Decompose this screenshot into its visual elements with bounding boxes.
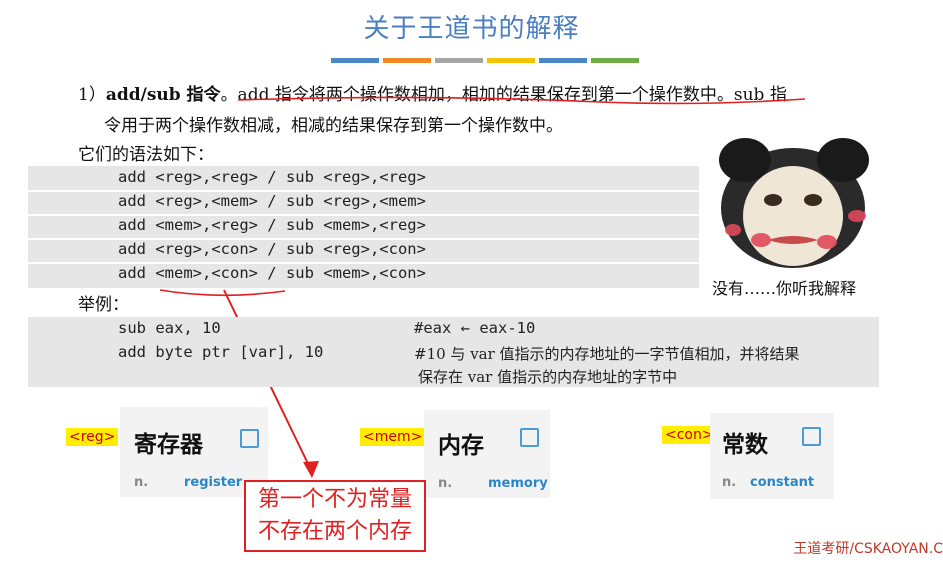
title-underline-bar-2 — [383, 58, 431, 63]
card-meaning: memory — [488, 476, 548, 491]
mem-underline-annotation — [159, 289, 286, 297]
card-word: 内存 — [438, 433, 484, 459]
example-code-block: sub eax, 10 #eax ← eax-10 add byte ptr [… — [28, 317, 879, 387]
card-meaning: register — [184, 475, 243, 490]
note-line-2: 不存在两个内存 — [257, 519, 412, 544]
con-tag: <con> — [662, 426, 717, 444]
footer-watermark: 王道考研/CSKAOYAN.C — [793, 541, 943, 557]
syntax-row: add <reg>,<reg> / sub <reg>,<reg> — [118, 168, 426, 186]
title-underline-bar-6 — [591, 58, 639, 63]
paragraph-line-1: 1）add/sub 指令。add 指令将两个操作数相加，相加的结果保存到第一个操… — [78, 80, 787, 105]
syntax-row: add <mem>,<con> / sub <mem>,<con> — [118, 264, 426, 282]
reg-tag: <reg> — [66, 428, 119, 446]
arrow-head — [303, 461, 319, 478]
instruction-heading: add/sub 指令 — [105, 85, 221, 105]
add-to-wordbook-icon[interactable] — [520, 428, 539, 447]
syntax-row: add <reg>,<con> / sub <reg>,<con> — [118, 240, 426, 258]
paragraph-line-2: 令用于两个操作数相减，相减的结果保存到第一个操作数中。 — [104, 116, 563, 136]
syntax-intro: 它们的语法如下： — [78, 145, 214, 165]
card-meaning: constant — [750, 475, 815, 490]
panda-face-icon — [719, 138, 869, 268]
part-of-speech: n. — [134, 475, 149, 490]
part-of-speech: n. — [722, 475, 737, 490]
dictionary-card-memory: 内存 n. memory — [424, 410, 550, 498]
card-word: 寄存器 — [134, 432, 203, 458]
part-of-speech: n. — [438, 476, 453, 491]
example-comment-2: #10 与 var 值指示的内存地址的一字节值相加，并将结果 — [414, 345, 800, 363]
annotation-note-box: 第一个不为常量 不存在两个内存 — [244, 480, 426, 552]
mem-tag: <mem> — [360, 428, 426, 446]
paragraph-line-1-rest: 。add 指令将两个操作数相加，相加的结果保存到第一个操作数中。sub 指 — [220, 85, 787, 105]
dictionary-card-constant: 常数 n. constant — [710, 413, 834, 499]
example-label: 举例： — [78, 295, 129, 315]
add-to-wordbook-icon[interactable] — [240, 429, 259, 448]
syntax-row: add <mem>,<reg> / sub <mem>,<reg> — [118, 216, 426, 234]
note-line-1: 第一个不为常量 — [257, 487, 412, 512]
example-comment-3: 保存在 var 值指示的内存地址的字节中 — [418, 368, 678, 386]
meme-caption: 没有……你听我解释 — [712, 279, 857, 298]
item-number: 1） — [78, 85, 106, 105]
add-to-wordbook-icon[interactable] — [802, 427, 821, 446]
example-code-1: sub eax, 10 — [118, 319, 221, 337]
syntax-code-block: add <reg>,<reg> / sub <reg>,<reg> add <r… — [28, 166, 699, 288]
title-underline-bar-3 — [435, 58, 483, 63]
example-comment-1: #eax ← eax-10 — [414, 319, 536, 337]
card-word: 常数 — [722, 432, 768, 458]
title-underline-bar-4 — [487, 58, 535, 63]
title-underline-bar-1 — [331, 58, 379, 63]
syntax-row: add <reg>,<mem> / sub <reg>,<mem> — [118, 192, 426, 210]
title-underline-bar-5 — [539, 58, 587, 63]
page-title: 关于王道书的解释 — [363, 14, 580, 44]
example-code-2: add byte ptr [var], 10 — [118, 343, 324, 361]
